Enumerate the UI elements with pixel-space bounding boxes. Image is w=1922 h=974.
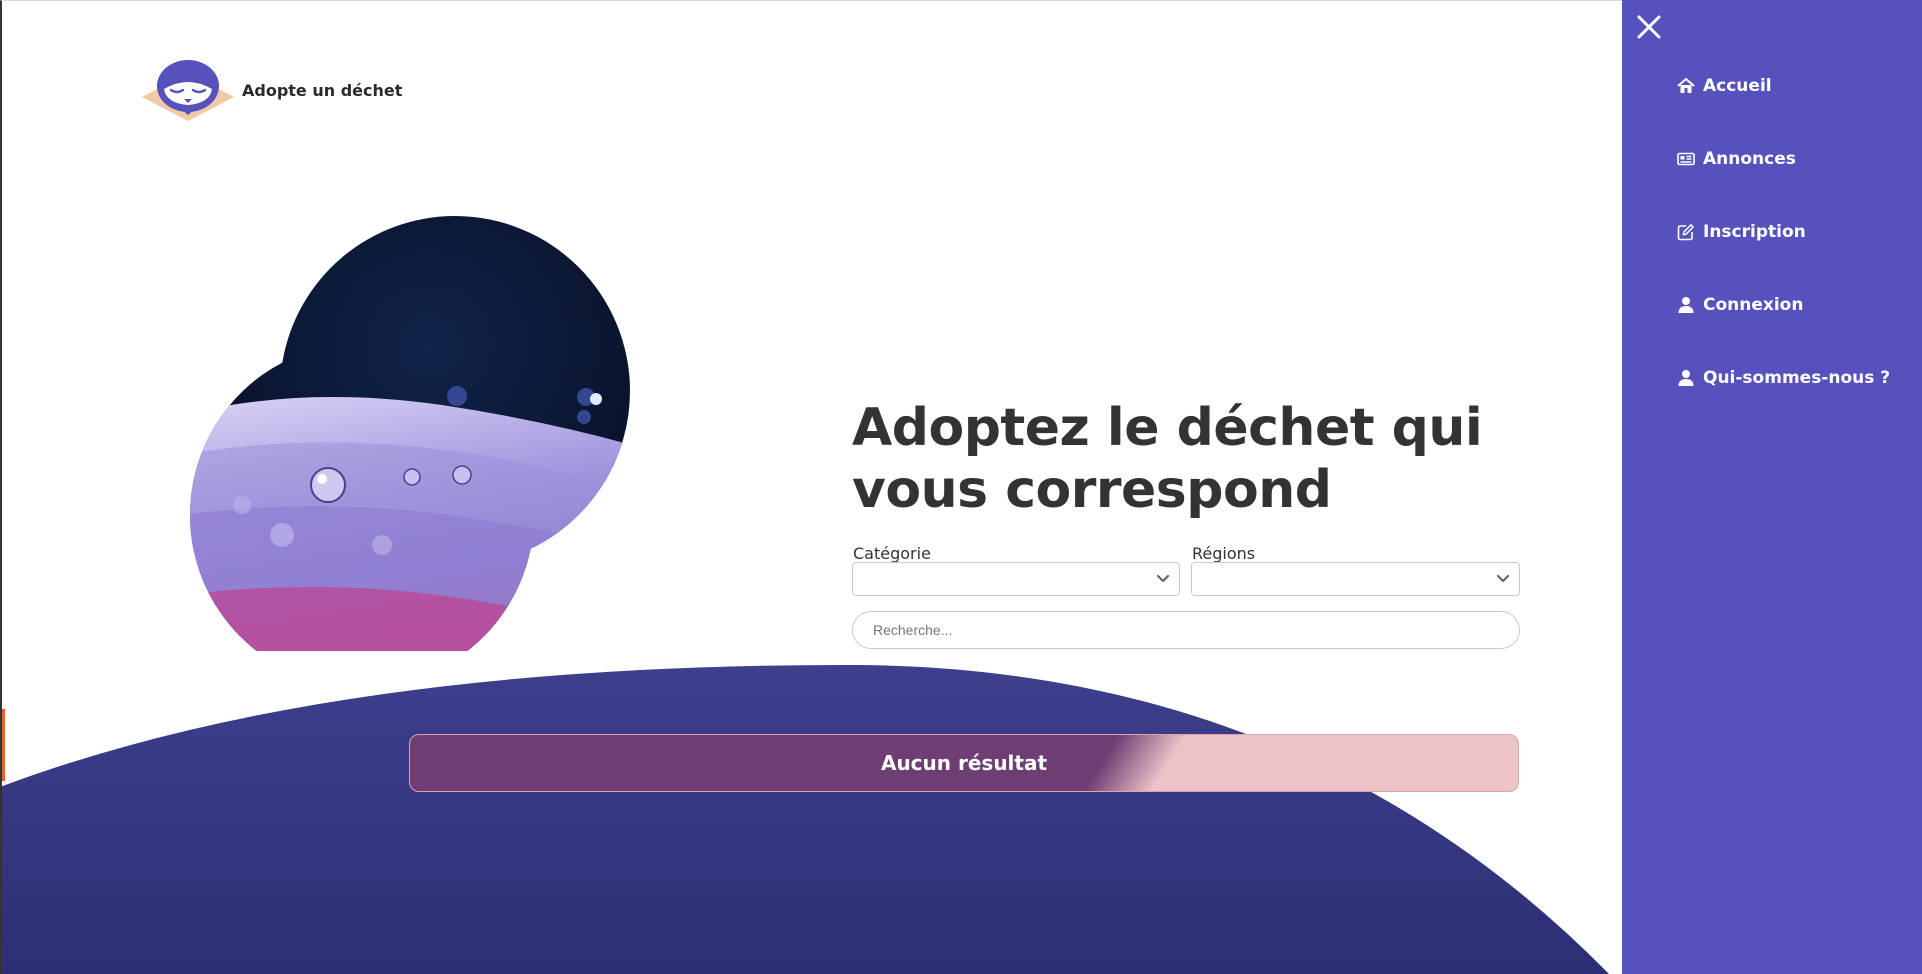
category-label: Catégorie [853,544,931,563]
logo-mascot-icon [142,60,234,121]
home-icon [1677,78,1695,93]
sidebar-item-inscription[interactable]: Inscription [1677,217,1806,247]
chevron-down-icon [1156,574,1170,583]
user-icon [1678,370,1694,386]
regions-label: Régions [1192,544,1256,563]
sidebar-item-annonces[interactable]: Annonces [1677,144,1796,174]
no-results-message: Aucun résultat [880,751,1048,775]
newspaper-icon [1677,152,1695,166]
edit-icon [1677,224,1694,241]
sidebar-item-accueil[interactable]: Accueil [1677,71,1772,101]
sidebar-item-label: Qui-sommes-nous ? [1703,368,1891,388]
brand-logo[interactable]: Adopte un déchet [140,59,402,121]
sidebar-item-label: Connexion [1703,295,1804,315]
brand-name: Adopte un déchet [242,80,403,100]
sidebar-menu: Accueil Annonces Inscription Connexion Q… [1622,0,1922,974]
background-wave [2,664,1610,974]
page-title: Adoptez le déchet qui vous correspond [852,398,1483,520]
chevron-down-icon [1496,574,1510,583]
category-select[interactable] [852,562,1180,596]
hero-bubbles-image [190,216,630,651]
close-icon[interactable] [1634,12,1664,42]
main-page: Adopte un déchet Adoptez le déchet qui v… [0,0,1622,974]
regions-select[interactable] [1191,562,1520,596]
user-icon [1678,297,1694,313]
search-input[interactable] [852,611,1520,649]
sidebar-item-connexion[interactable]: Connexion [1677,290,1803,320]
sidebar-item-label: Inscription [1703,222,1806,242]
sidebar-item-label: Annonces [1703,149,1796,169]
sidebar-item-label: Accueil [1703,76,1772,96]
no-results-banner: Aucun résultat [409,734,1519,792]
sidebar-item-qui-sommes-nous[interactable]: Qui-sommes-nous ? [1677,363,1890,393]
